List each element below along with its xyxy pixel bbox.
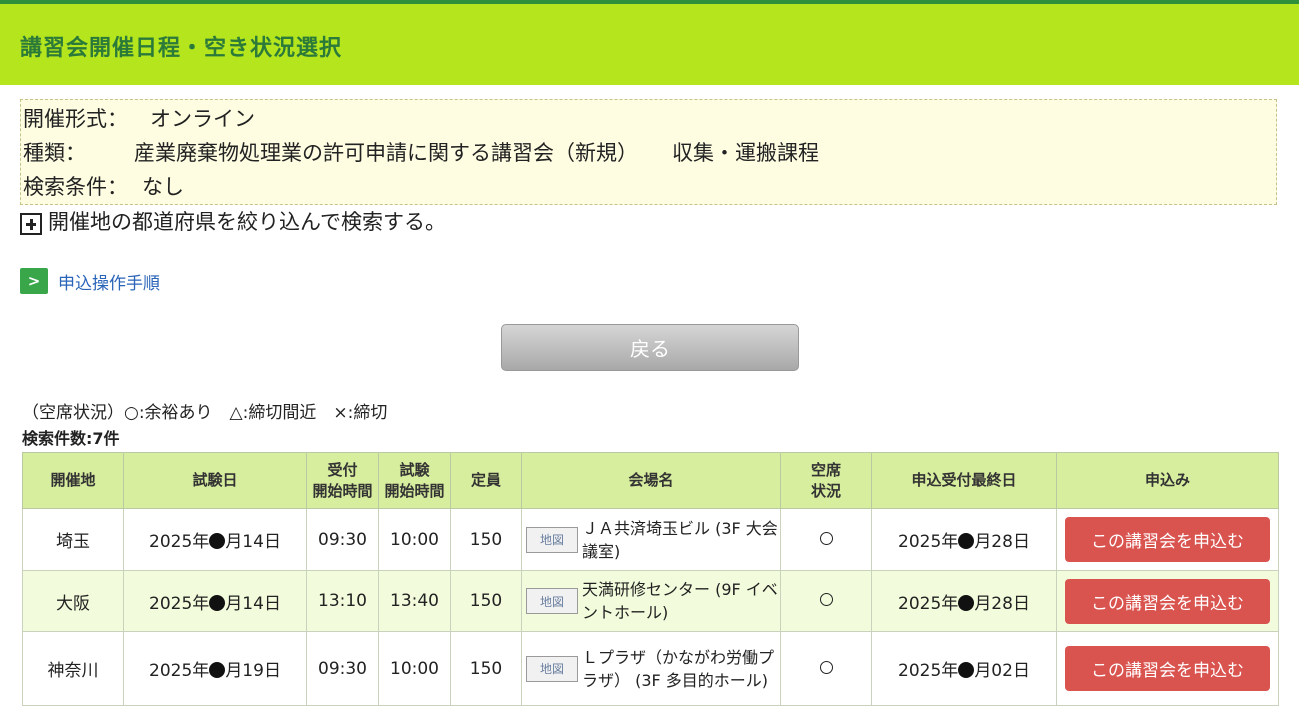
venue-name: 天満研修センター (9F イベントホール) (582, 580, 778, 622)
search-condition-line: 検索条件： なし (23, 170, 1276, 204)
header-deadline: 申込受付最終日 (871, 452, 1057, 509)
row-exam-date: 2025年 月14日 (123, 570, 307, 632)
map-button[interactable]: 地図 (526, 588, 578, 614)
row-exam-start-time: 10:00 (378, 508, 451, 571)
header-location: 開催地 (22, 452, 124, 509)
row-venue: 地図 ＪＡ共済埼玉ビル (3F 大会議室) (521, 508, 781, 571)
redaction-mark (209, 662, 226, 678)
row-capacity: 150 (450, 631, 522, 706)
row-capacity: 150 (450, 508, 522, 571)
arrow-right-icon[interactable]: > (20, 268, 48, 294)
format-label: 開催形式： (23, 107, 128, 131)
venue-name: Ｌプラザ（かながわ労働プラザ） (3F 多目的ホール) (582, 647, 775, 690)
prefecture-filter-label[interactable]: 開催地の都道府県を絞り込んで検索する。 (48, 208, 446, 236)
row-seat-status (780, 631, 872, 706)
header-exam-start-time: 試験 開始時間 (378, 452, 451, 509)
format-value: オンライン (150, 107, 255, 131)
row-seat-status (780, 570, 872, 632)
row-apply: この講習会を申込む (1056, 508, 1279, 571)
search-value: なし (142, 175, 184, 199)
application-guide-link[interactable]: 申込操作手順 (58, 269, 160, 294)
apply-button[interactable]: この講習会を申込む (1065, 578, 1270, 624)
row-venue: 地図 天満研修センター (9F イベントホール) (521, 570, 781, 632)
type-line: 種類： 産業廃棄物処理業の許可申請に関する講習会（新規） 収集・運搬課程 (23, 136, 1276, 170)
page-header: 講習会開催日程・空き状況選択 (0, 0, 1299, 85)
row-location: 神奈川 (22, 631, 124, 706)
seat-available-icon (819, 593, 833, 606)
table-row: 神奈川 2025年 月19日 09:30 10:00 150 地図 Ｌプラザ（かな… (22, 631, 1279, 706)
venue-name: ＪＡ共済埼玉ビル (3F 大会議室) (582, 518, 778, 561)
seat-available-icon (819, 531, 833, 545)
header-exam-date: 試験日 (123, 452, 307, 509)
redaction-mark (958, 662, 975, 678)
row-deadline: 2025年 月28日 (871, 570, 1057, 632)
result-count: 検索件数:7件 (22, 429, 120, 448)
map-button[interactable]: 地図 (526, 526, 578, 553)
row-deadline: 2025年 月02日 (871, 631, 1057, 706)
row-reception-time: 09:30 (306, 508, 379, 571)
map-button[interactable]: 地図 (526, 655, 578, 682)
page-title: 講習会開催日程・空き状況選択 (20, 36, 343, 61)
back-button[interactable]: 戻る (501, 324, 799, 371)
row-exam-start-time: 13:40 (378, 570, 451, 632)
seat-available-icon (819, 660, 833, 674)
header-reception-time: 受付 開始時間 (306, 452, 379, 509)
type-value: 産業廃棄物処理業の許可申請に関する講習会（新規） (134, 141, 638, 165)
table-row: 大阪 2025年 月14日 13:10 13:40 150 地図 天満研修センター… (22, 570, 1279, 632)
seat-status-legend: （空席状況）○:余裕あり △:締切間近 ×:締切 (22, 403, 388, 423)
redaction-mark (958, 533, 975, 549)
header-apply: 申込み (1056, 452, 1279, 509)
row-deadline: 2025年 月28日 (871, 508, 1057, 571)
apply-button[interactable]: この講習会を申込む (1065, 517, 1270, 562)
header-venue: 会場名 (521, 452, 781, 509)
row-capacity: 150 (450, 570, 522, 632)
redaction-mark (958, 594, 975, 611)
plus-icon[interactable] (20, 213, 42, 235)
redaction-mark (209, 594, 226, 611)
type-label: 種類： (23, 141, 86, 165)
table-header-row: 開催地 試験日 受付 開始時間 試験 開始時間 定員 会場名 空席 状況 申込受付最終… (22, 452, 1279, 509)
format-line: 開催形式： オンライン (23, 102, 1276, 136)
redaction-mark (209, 533, 226, 549)
row-seat-status (780, 508, 872, 571)
row-exam-start-time: 10:00 (378, 631, 451, 706)
guide-link-row[interactable]: > 申込操作手順 (20, 268, 160, 294)
schedule-table: 開催地 試験日 受付 開始時間 試験 開始時間 定員 会場名 空席 状況 申込受付最終… (22, 452, 1279, 706)
search-info-box: 開催形式： オンライン 種類： 産業廃棄物処理業の許可申請に関する講習会（新規） 収集… (20, 99, 1277, 205)
row-exam-date: 2025年 月19日 (123, 631, 307, 706)
table-row: 埼玉 2025年 月14日 09:30 10:00 150 地図 ＪＡ共済埼玉ビル… (22, 508, 1279, 571)
row-location: 埼玉 (22, 508, 124, 571)
row-exam-date: 2025年 月14日 (123, 508, 307, 571)
row-venue: 地図 Ｌプラザ（かながわ労働プラザ） (3F 多目的ホール) (521, 631, 781, 706)
header-seat-status: 空席 状況 (780, 452, 872, 509)
row-apply: この講習会を申込む (1056, 631, 1279, 706)
row-apply: この講習会を申込む (1056, 570, 1279, 632)
header-capacity: 定員 (450, 452, 522, 509)
prefecture-filter-toggle[interactable]: 開催地の都道府県を絞り込んで検索する。 (20, 208, 446, 236)
row-reception-time: 13:10 (306, 570, 379, 632)
row-location: 大阪 (22, 570, 124, 632)
search-label: 検索条件： (23, 175, 128, 199)
apply-button[interactable]: この講習会を申込む (1065, 646, 1270, 691)
row-reception-time: 09:30 (306, 631, 379, 706)
type-course: 収集・運搬課程 (672, 141, 819, 165)
